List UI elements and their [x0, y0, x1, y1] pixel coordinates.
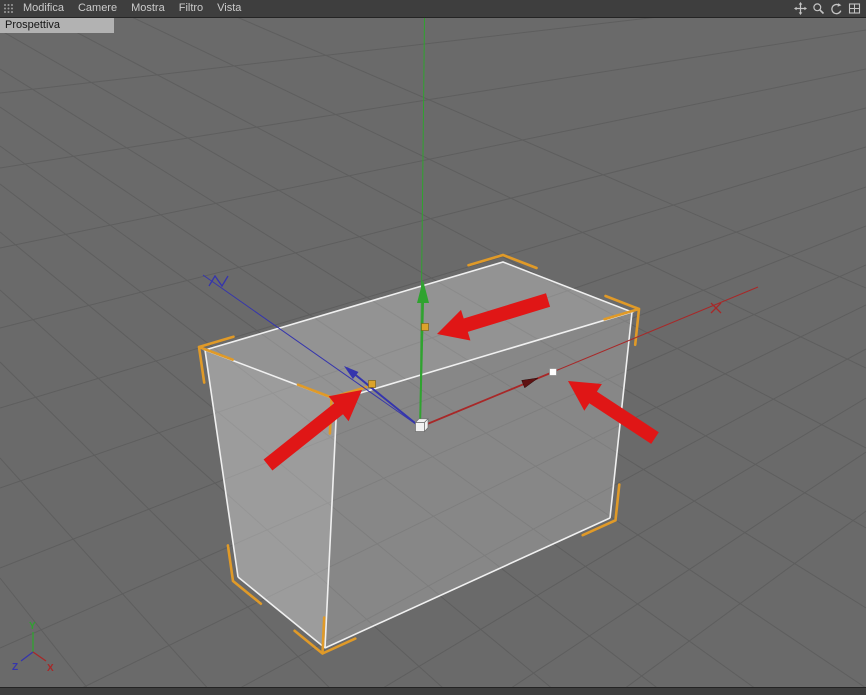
viewport-name-tab[interactable]: Prospettiva [0, 18, 114, 33]
viewport-canvas[interactable]: Y Z X [0, 18, 866, 687]
axis-center-cube-front [415, 422, 425, 432]
pan-view-icon[interactable] [793, 1, 808, 16]
y-axis-handle[interactable] [421, 323, 429, 331]
rotate-icon-glyph [831, 3, 842, 15]
pan-icon-glyph [794, 2, 807, 15]
view-control-icons [793, 1, 866, 16]
orientation-x-label: X [47, 663, 54, 674]
menu-item-camere[interactable]: Camere [71, 0, 124, 17]
orientation-y-label: Y [29, 621, 36, 632]
menu-item-vista[interactable]: Vista [210, 0, 248, 17]
menu-item-modifica[interactable]: Modifica [16, 0, 71, 17]
cinema4d-window: Modifica Camere Mostra Filtro Vista Y Z … [0, 0, 866, 695]
viewport-menu-bar: Modifica Camere Mostra Filtro Vista [0, 0, 866, 18]
z-axis-handle[interactable] [368, 380, 376, 388]
zoom-icon-glyph [813, 3, 825, 15]
rotate-view-icon[interactable] [829, 1, 844, 16]
toggle-layout-icon[interactable] [847, 1, 862, 16]
orientation-z-label: Z [12, 662, 18, 673]
menu-item-mostra[interactable]: Mostra [124, 0, 172, 17]
grip-dots [3, 4, 13, 13]
menu-grip-icon[interactable] [0, 0, 16, 17]
axis-center-handle[interactable] [414, 417, 429, 433]
menu-item-filtro[interactable]: Filtro [172, 0, 210, 17]
zoom-view-icon[interactable] [811, 1, 826, 16]
x-axis-handle[interactable] [549, 368, 557, 376]
toggle-layout-glyph [848, 3, 861, 14]
3d-viewport[interactable]: Y Z X Prospettiva [0, 18, 866, 687]
bottom-panel-edge [0, 687, 866, 695]
